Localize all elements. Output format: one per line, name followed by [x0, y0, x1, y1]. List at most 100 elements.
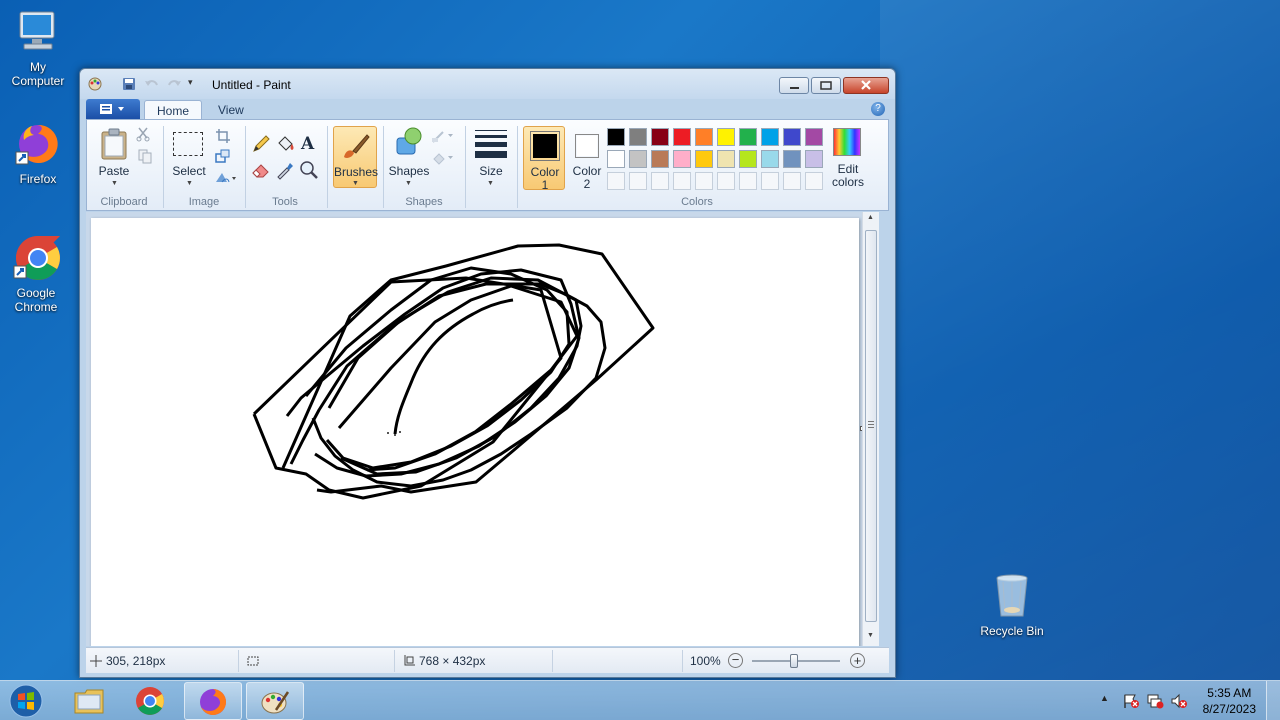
vertical-scrollbar[interactable]: ▲ ▼ [862, 212, 879, 646]
desktop-icon-my-computer[interactable]: My Computer [0, 8, 76, 88]
palette-swatch[interactable] [673, 150, 691, 168]
custom-color-slot[interactable] [717, 172, 735, 190]
zoom-in-button[interactable]: + [850, 653, 865, 668]
palette-swatch[interactable] [761, 150, 779, 168]
minimize-button[interactable] [779, 77, 809, 94]
desktop-icon-firefox[interactable]: Firefox [0, 120, 76, 186]
palette-swatch[interactable] [629, 150, 647, 168]
size-icon [475, 130, 507, 158]
eraser-icon[interactable] [251, 160, 271, 180]
fill-bucket-icon[interactable] [275, 134, 295, 154]
paste-button[interactable]: Paste ▼ [93, 124, 135, 190]
maximize-button[interactable] [811, 77, 841, 94]
palette-swatch[interactable] [607, 150, 625, 168]
title-bar[interactable]: ▾ Untitled - Paint [80, 69, 895, 99]
shapes-button[interactable]: Shapes ▼ [387, 124, 431, 190]
customize-qat-dropdown[interactable]: ▾ [188, 77, 198, 91]
help-icon[interactable]: ? [871, 102, 885, 116]
edit-colors-button[interactable]: Edit colors [827, 124, 869, 190]
paint-menu-button[interactable] [86, 99, 140, 119]
custom-color-slot[interactable] [629, 172, 647, 190]
taskbar-chrome[interactable] [122, 682, 180, 720]
outline-icon[interactable] [431, 128, 455, 144]
divider [465, 126, 466, 208]
palette-swatch[interactable] [695, 150, 713, 168]
status-bar: 305, 218px 768 × 432px 100% − + [86, 647, 889, 673]
rotate-icon[interactable] [213, 170, 237, 186]
zoom-slider[interactable] [752, 654, 840, 668]
palette-swatch[interactable] [783, 128, 801, 146]
scrollbar-thumb[interactable] [865, 230, 877, 622]
custom-color-slot[interactable] [761, 172, 779, 190]
custom-color-slot[interactable] [673, 172, 691, 190]
custom-color-slot[interactable] [805, 172, 823, 190]
palette-swatch[interactable] [805, 128, 823, 146]
divider [682, 650, 683, 672]
cut-icon[interactable] [135, 126, 151, 142]
brushes-button[interactable]: Brushes ▼ [333, 126, 378, 188]
redo-icon[interactable] [166, 77, 181, 91]
show-desktop-button[interactable] [1266, 681, 1280, 720]
color-1-button[interactable]: Color 1 [523, 126, 565, 192]
system-clock[interactable]: 5:35 AM 8/27/2023 [1203, 685, 1256, 717]
undo-icon[interactable] [144, 77, 158, 91]
desktop-icon-recycle-bin[interactable]: Recycle Bin [970, 572, 1054, 638]
palette-swatch[interactable] [695, 128, 713, 146]
magnifier-icon[interactable] [299, 160, 319, 180]
zoom-slider-thumb[interactable] [790, 654, 798, 668]
close-button[interactable] [843, 77, 889, 94]
copy-icon[interactable] [137, 148, 153, 164]
tab-home[interactable]: Home [144, 100, 203, 120]
taskbar-paint[interactable] [246, 682, 304, 720]
text-tool-icon[interactable]: A [301, 134, 321, 154]
color-2-button[interactable]: Color 2 [569, 126, 605, 191]
size-button[interactable]: Size ▼ [471, 124, 511, 190]
palette-swatch[interactable] [651, 128, 669, 146]
palette-swatch[interactable] [607, 128, 625, 146]
size-label: Size [479, 164, 503, 178]
scroll-up-icon[interactable]: ▲ [867, 214, 874, 221]
custom-color-slot[interactable] [651, 172, 669, 190]
palette-swatch[interactable] [717, 128, 735, 146]
action-center-icon[interactable] [1122, 693, 1140, 709]
desktop-icon-label: My [30, 60, 46, 74]
custom-color-slot[interactable] [607, 172, 625, 190]
palette-swatch[interactable] [761, 128, 779, 146]
network-icon[interactable] [1146, 693, 1164, 709]
color-picker-icon[interactable] [275, 160, 295, 180]
scroll-down-icon[interactable]: ▼ [867, 632, 874, 639]
pencil-icon[interactable] [251, 134, 271, 154]
resize-icon[interactable] [215, 148, 231, 164]
zoom-out-button[interactable]: − [728, 653, 743, 668]
custom-color-slot[interactable] [695, 172, 713, 190]
drawing-canvas[interactable] [91, 218, 859, 646]
taskbar-file-explorer[interactable] [60, 682, 118, 720]
palette-swatch[interactable] [717, 150, 735, 168]
chevron-down-icon: ▼ [111, 180, 118, 187]
desktop-icon-google-chrome[interactable]: Google Chrome [0, 234, 74, 314]
taskbar-firefox[interactable] [184, 682, 242, 720]
custom-color-slot[interactable] [783, 172, 801, 190]
desktop-icon-label: Google [16, 286, 56, 300]
paint-app-icon[interactable] [88, 77, 102, 91]
crop-icon[interactable] [215, 128, 231, 144]
fill-icon[interactable] [431, 150, 455, 166]
palette-swatch[interactable] [629, 128, 647, 146]
save-icon[interactable] [122, 77, 136, 91]
volume-muted-icon[interactable] [1170, 693, 1188, 709]
desktop-icon-label: Computer [11, 74, 65, 88]
palette-swatch[interactable] [783, 150, 801, 168]
palette-swatch[interactable] [651, 150, 669, 168]
show-hidden-icons-button[interactable]: ▲ [1100, 693, 1109, 703]
palette-swatch[interactable] [805, 150, 823, 168]
ribbon-tab-bar: Home View ? [86, 98, 889, 120]
palette-swatch[interactable] [739, 150, 757, 168]
tab-view[interactable]: View [206, 100, 256, 120]
file-explorer-icon [74, 689, 104, 714]
start-button[interactable] [6, 683, 46, 719]
image-group-label: Image [188, 196, 220, 208]
custom-color-slot[interactable] [739, 172, 757, 190]
select-button[interactable]: Select ▼ [169, 124, 209, 190]
palette-swatch[interactable] [673, 128, 691, 146]
palette-swatch[interactable] [739, 128, 757, 146]
